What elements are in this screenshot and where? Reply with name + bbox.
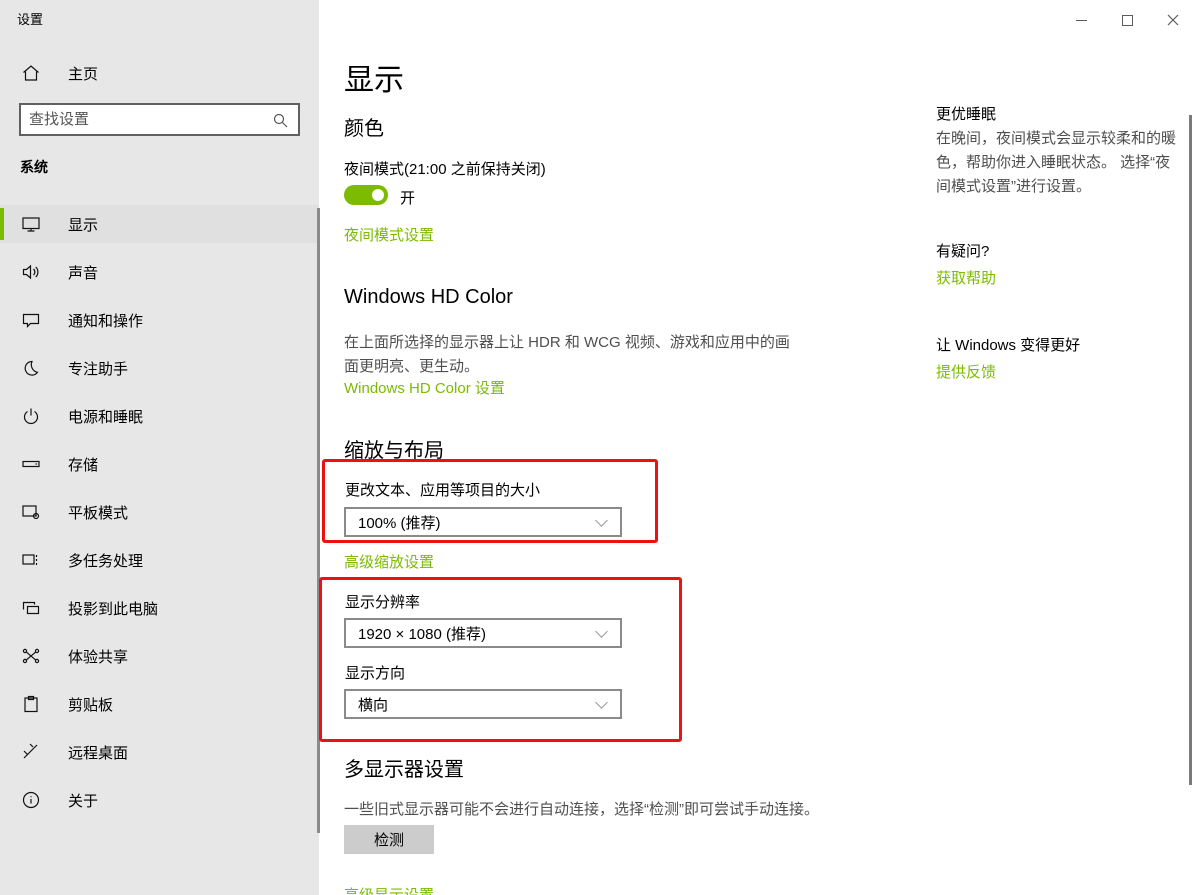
- sidebar-item-projecting[interactable]: 投影到此电脑: [0, 589, 319, 627]
- sound-icon: [21, 262, 41, 282]
- orientation-dropdown[interactable]: 横向: [344, 689, 622, 719]
- scale-layout-heading: 缩放与布局: [344, 434, 444, 463]
- sidebar-item-multitasking[interactable]: 多任务处理: [0, 541, 319, 579]
- sidebar-item-shared-experiences[interactable]: 体验共享: [0, 637, 319, 675]
- sidebar-item-label: 主页: [68, 63, 98, 84]
- about-icon: [21, 790, 41, 810]
- close-icon: [1167, 14, 1179, 26]
- minimize-icon: [1076, 20, 1087, 21]
- help-heading: 有疑问?: [936, 240, 989, 261]
- scale-dropdown[interactable]: 100% (推荐): [344, 507, 622, 537]
- sidebar-item-focus-assist[interactable]: 专注助手: [0, 349, 319, 387]
- chevron-down-icon: [595, 625, 608, 638]
- give-feedback-link[interactable]: 提供反馈: [936, 361, 996, 382]
- chevron-down-icon: [595, 514, 608, 527]
- sidebar-item-label: 声音: [68, 262, 98, 283]
- hd-color-description: 在上面所选择的显示器上让 HDR 和 WCG 视频、游戏和应用中的画面更明亮、更…: [344, 331, 796, 379]
- orientation-dropdown-value: 横向: [346, 694, 597, 715]
- multi-display-heading: 多显示器设置: [344, 753, 464, 782]
- multitask-icon: [21, 550, 41, 570]
- sidebar-item-label: 专注助手: [68, 358, 128, 379]
- sidebar-item-label: 显示: [68, 214, 98, 235]
- sidebar-item-label: 多任务处理: [68, 550, 143, 571]
- night-mode-settings-link[interactable]: 夜间模式设置: [344, 224, 434, 245]
- sidebar-item-about[interactable]: 关于: [0, 781, 319, 819]
- sleep-tip-heading: 更优睡眠: [936, 103, 996, 124]
- night-mode-toggle[interactable]: [344, 185, 388, 205]
- sidebar-item-remote-desktop[interactable]: 远程桌面: [0, 733, 319, 771]
- sidebar-item-display[interactable]: 显示: [0, 205, 319, 243]
- search-box: [19, 103, 300, 136]
- scale-label: 更改文本、应用等项目的大小: [345, 479, 540, 500]
- night-mode-label: 夜间模式(21:00 之前保持关闭): [344, 158, 546, 179]
- sidebar-item-label: 体验共享: [68, 646, 128, 667]
- shared-experiences-icon: [21, 646, 41, 666]
- storage-icon: [21, 454, 41, 474]
- sleep-tip-body: 在晚间，夜间模式会显示较柔和的暖色，帮助你进入睡眠状态。 选择“夜间模式设置”进…: [936, 127, 1184, 199]
- advanced-display-link[interactable]: 高级显示设置: [344, 884, 434, 895]
- sidebar-item-label: 剪贴板: [68, 694, 113, 715]
- advanced-scaling-link[interactable]: 高级缩放设置: [344, 551, 434, 572]
- minimize-button[interactable]: [1058, 0, 1104, 40]
- sidebar-item-label: 关于: [68, 790, 98, 811]
- scale-dropdown-value: 100% (推荐): [346, 512, 597, 533]
- maximize-icon: [1122, 15, 1133, 26]
- notifications-icon: [21, 310, 41, 330]
- clipboard-icon: [21, 694, 41, 714]
- sidebar-item-label: 投影到此电脑: [68, 598, 158, 619]
- resolution-dropdown[interactable]: 1920 × 1080 (推荐): [344, 618, 622, 648]
- settings-window: 设置 主页 系统 显示 声音 通知和操作 专注助手 电源和: [0, 0, 1196, 895]
- search-icon[interactable]: [272, 112, 288, 128]
- sidebar-item-label: 平板模式: [68, 502, 128, 523]
- resolution-dropdown-value: 1920 × 1080 (推荐): [346, 623, 597, 644]
- chevron-down-icon: [595, 696, 608, 709]
- sidebar-item-label: 远程桌面: [68, 742, 128, 763]
- project-icon: [21, 598, 41, 618]
- sidebar-item-label: 通知和操作: [68, 310, 143, 331]
- multi-display-description: 一些旧式显示器可能不会进行自动连接，选择“检测”即可尝试手动连接。: [344, 798, 964, 822]
- remote-desktop-icon: [21, 742, 41, 762]
- search-input[interactable]: [21, 111, 272, 128]
- sidebar-item-tablet-mode[interactable]: 平板模式: [0, 493, 319, 531]
- sidebar-item-label: 存储: [68, 454, 98, 475]
- sidebar-item-home[interactable]: 主页: [0, 54, 319, 92]
- get-help-link[interactable]: 获取帮助: [936, 267, 996, 288]
- toggle-knob: [372, 189, 384, 201]
- home-icon: [21, 63, 41, 83]
- tablet-icon: [21, 502, 41, 522]
- orientation-label: 显示方向: [345, 662, 405, 683]
- resolution-label: 显示分辨率: [345, 591, 420, 612]
- display-icon: [21, 214, 41, 234]
- sidebar-item-sound[interactable]: 声音: [0, 253, 319, 291]
- main-scrollbar[interactable]: [1189, 115, 1192, 785]
- sidebar-item-power-sleep[interactable]: 电源和睡眠: [0, 397, 319, 435]
- window-title: 设置: [17, 9, 43, 28]
- sidebar-scrollbar[interactable]: [317, 208, 320, 833]
- focus-assist-icon: [21, 358, 41, 378]
- selected-accent-bar: [0, 208, 4, 240]
- close-button[interactable]: [1150, 0, 1196, 40]
- maximize-button[interactable]: [1104, 0, 1150, 40]
- color-section-heading: 颜色: [344, 112, 384, 141]
- detect-button[interactable]: 检测: [344, 825, 434, 854]
- sidebar-item-label: 电源和睡眠: [68, 406, 143, 427]
- page-title: 显示: [344, 55, 404, 99]
- hd-color-settings-link[interactable]: Windows HD Color 设置: [344, 377, 505, 398]
- sidebar-item-clipboard[interactable]: 剪贴板: [0, 685, 319, 723]
- sidebar-section-header: 系统: [20, 157, 48, 177]
- feedback-heading: 让 Windows 变得更好: [936, 334, 1080, 355]
- power-icon: [21, 406, 41, 426]
- sidebar-item-storage[interactable]: 存储: [0, 445, 319, 483]
- sidebar-item-notifications[interactable]: 通知和操作: [0, 301, 319, 339]
- toggle-state-label: 开: [400, 187, 415, 208]
- hd-color-heading: Windows HD Color: [344, 286, 513, 309]
